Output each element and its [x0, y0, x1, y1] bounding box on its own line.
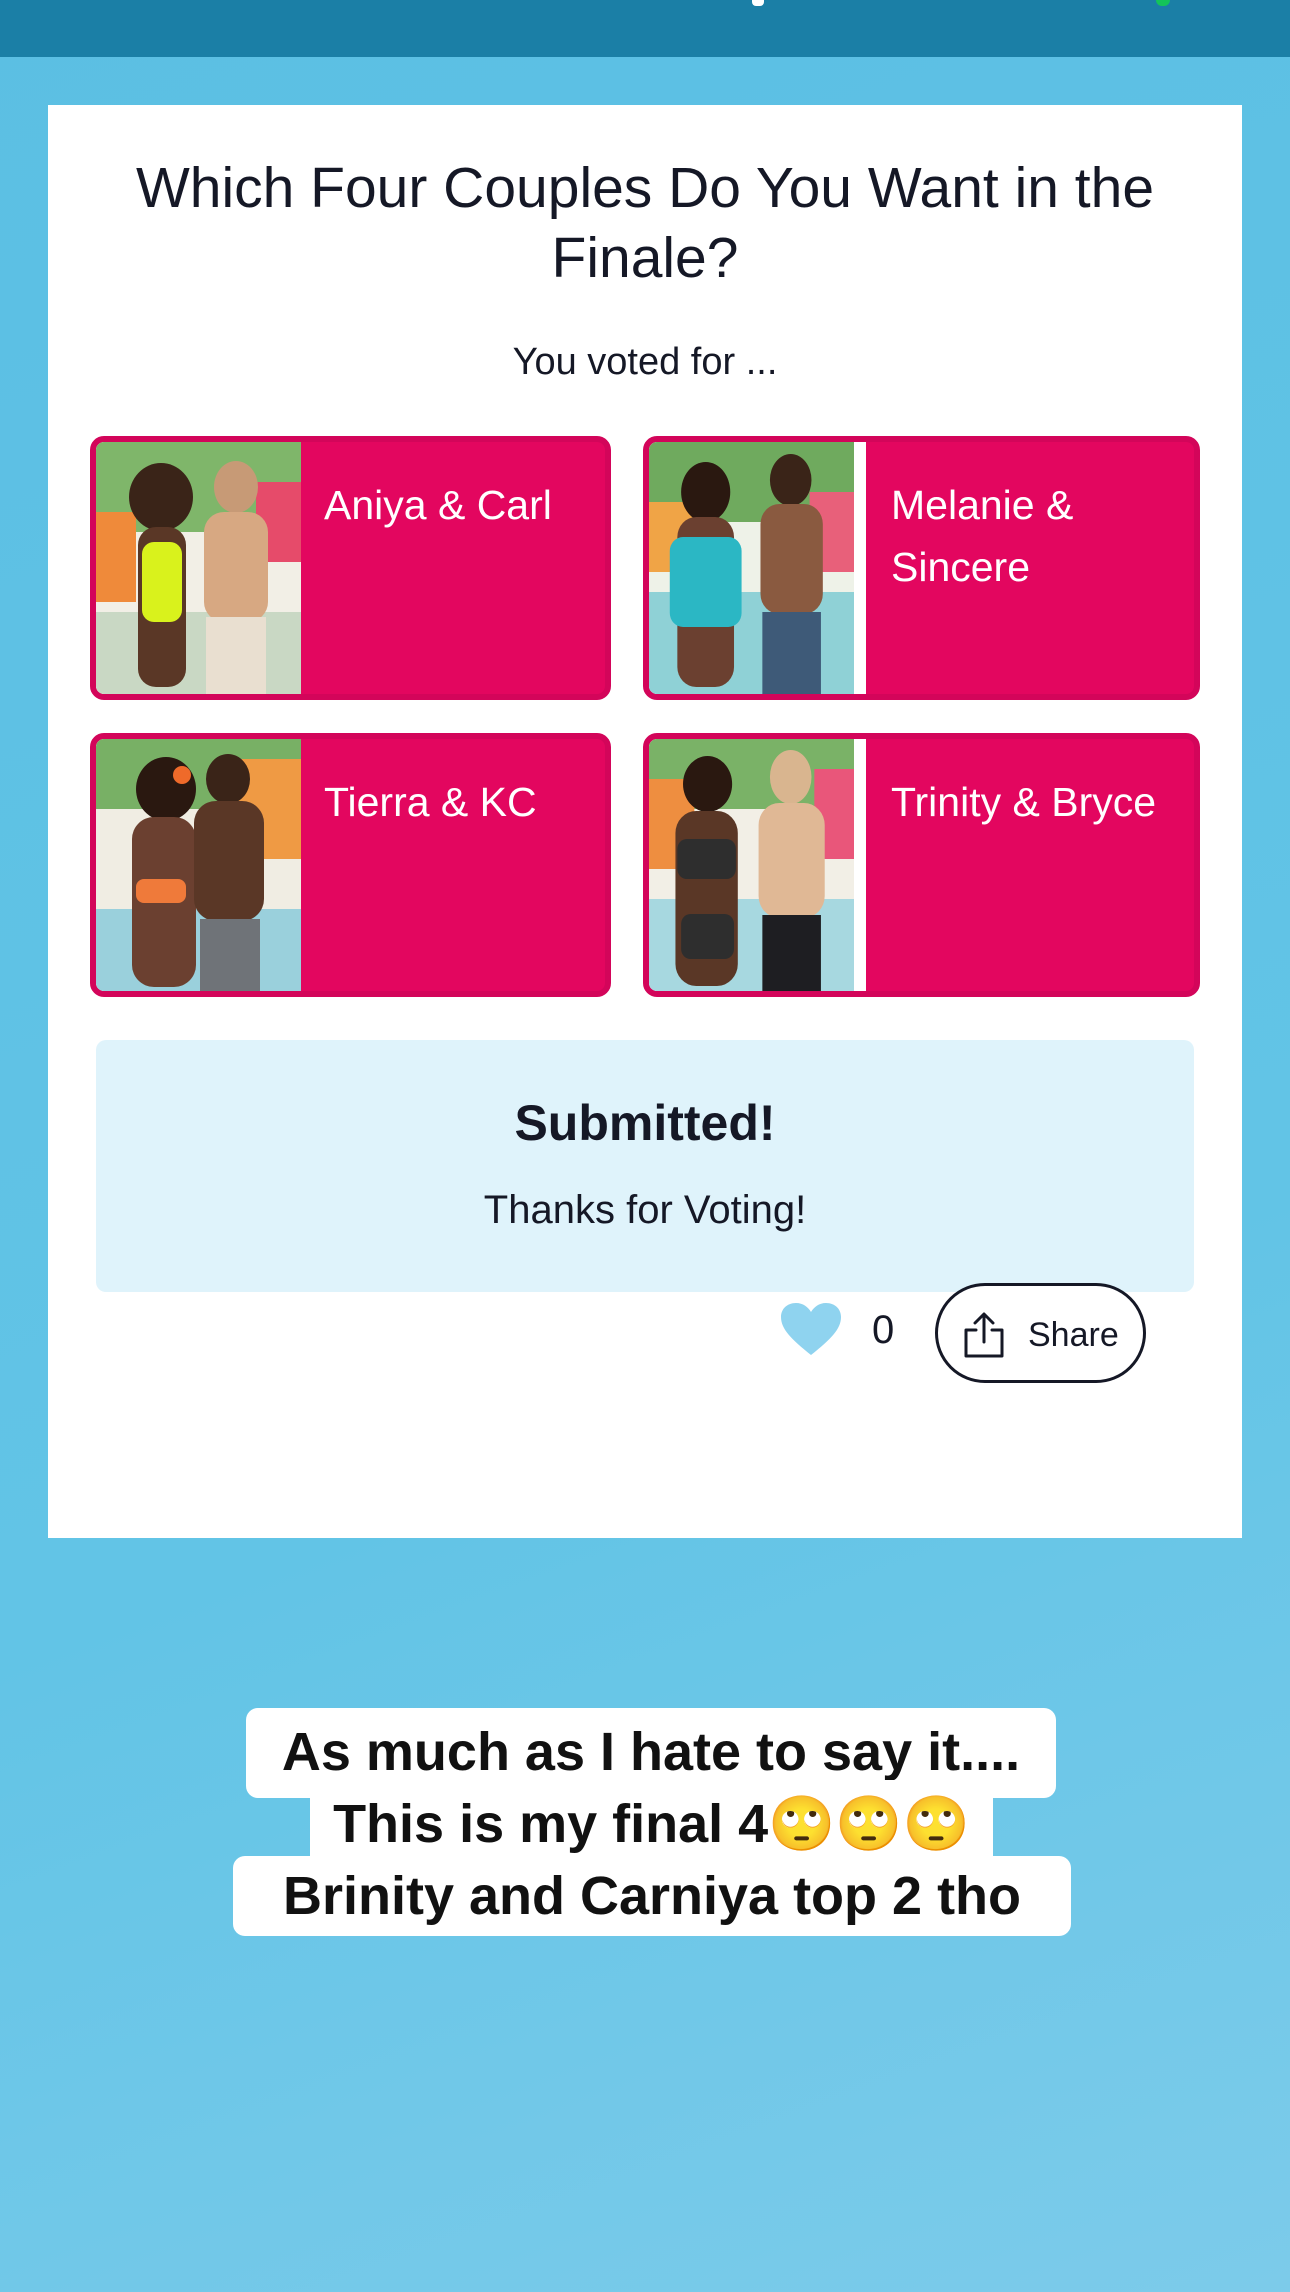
caption-line: As much as I hate to say it.... [246, 1708, 1056, 1798]
couple-photo [649, 739, 866, 991]
couple-photo [649, 442, 866, 694]
submitted-message: Thanks for Voting! [483, 1188, 807, 1232]
share-button[interactable]: Share [935, 1283, 1146, 1383]
share-icon [962, 1312, 1006, 1358]
status-dot [1156, 0, 1170, 6]
share-label: Share [1028, 1316, 1119, 1354]
couple-photo [96, 442, 301, 694]
choice-melanie-sincere[interactable]: Melanie & Sincere [643, 436, 1200, 700]
choice-name: Tierra & KC [324, 779, 537, 825]
choice-name: Trinity & Bryce [891, 779, 1157, 825]
submitted-title: Submitted! [514, 1095, 776, 1151]
caption-line: This is my final 4🙄🙄🙄 [310, 1780, 993, 1868]
choice-trinity-bryce[interactable]: Trinity & Bryce [643, 733, 1200, 997]
choice-name: Melanie & Sincere [891, 482, 1074, 590]
top-bar [0, 0, 1290, 57]
voted-label: You voted for ... [512, 341, 778, 383]
choice-name: Aniya & Carl [324, 482, 552, 528]
caption-line: Brinity and Carniya top 2 tho [233, 1856, 1071, 1936]
like-count: 0 [872, 1308, 895, 1352]
couple-photo [96, 739, 301, 991]
choice-aniya-carl[interactable]: Aniya & Carl [90, 436, 611, 700]
choice-tierra-kc[interactable]: Tierra & KC [90, 733, 611, 997]
heart-icon[interactable] [781, 1303, 841, 1357]
header-logo-fragment [752, 0, 764, 6]
submitted-panel: Submitted! Thanks for Voting! [96, 1040, 1194, 1292]
poll-question: Which Four Couples Do You Want in the Fi… [135, 156, 1155, 290]
